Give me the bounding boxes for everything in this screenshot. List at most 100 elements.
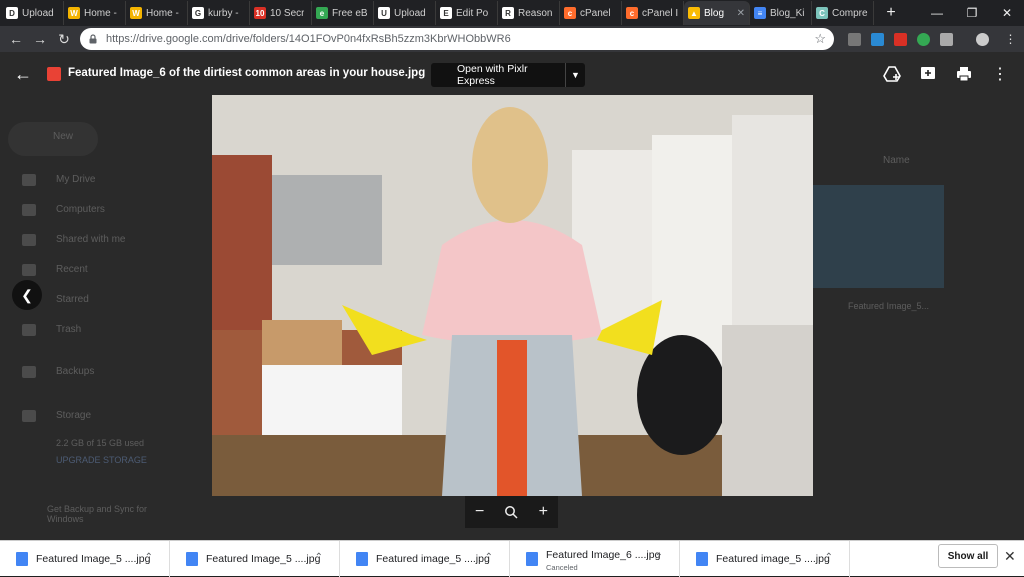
sidebar-item-recent: Recent [56, 264, 88, 275]
back-arrow-icon[interactable]: ← [4, 27, 28, 51]
favicon-icon: W [130, 7, 142, 19]
show-all-button[interactable]: Show all [938, 544, 998, 568]
tab-7[interactable]: E Edit Po [436, 1, 498, 25]
tab-3[interactable]: Gkurby - [188, 1, 250, 25]
chevron-up-icon[interactable]: ⌃ [655, 552, 663, 563]
sidebar-item-computers: Computers [56, 204, 105, 215]
download-name: Featured image_5 ....jpg [716, 552, 830, 565]
download-name: Featured image_5 ....jpg [376, 552, 490, 565]
sidebar-item-trash: Trash [56, 324, 82, 335]
chevron-up-icon[interactable]: ⌃ [315, 552, 323, 563]
storage-usage: 2.2 GB of 15 GB used [56, 438, 145, 448]
grammarly-icon[interactable] [917, 33, 930, 46]
tab-title: Edit Po [456, 7, 489, 19]
favicon-icon: E [440, 7, 452, 19]
tab-1[interactable]: W Home - [64, 1, 126, 25]
extension-icon[interactable] [871, 33, 884, 46]
avatar[interactable] [976, 33, 989, 46]
favicon-icon: R [502, 7, 514, 19]
tab-10[interactable]: c cPanel I [622, 1, 684, 25]
chevron-down-icon[interactable]: ▼ [565, 63, 585, 87]
zoom-out-button[interactable]: − [475, 503, 484, 521]
tab-5[interactable]: e Free eB [312, 1, 374, 25]
sidebar-item-starred: Starred [56, 294, 89, 305]
file-preview-overlay: New My Drive Computers Shared with me Re… [0, 52, 1024, 540]
download-item[interactable]: Featured image_5 ....jpg ⌃ [680, 540, 850, 577]
tab-2[interactable]: W Home - [126, 1, 188, 25]
favicon-icon: e [316, 7, 328, 19]
sidebar-item-shared: Shared with me [56, 234, 126, 245]
tab-12[interactable]: ≡ Blog_Ki [750, 1, 812, 25]
extension-icon[interactable] [894, 33, 907, 46]
background-file-label: Featured Image_5... [848, 301, 930, 311]
tab-title: Compre [832, 7, 868, 19]
download-item[interactable]: Featured image_5 ....jpg ⌃ [340, 540, 510, 577]
close-icon[interactable]: ✕ [1004, 548, 1016, 565]
chevron-up-icon[interactable]: ⌃ [485, 552, 493, 563]
favicon-icon: c [626, 7, 638, 19]
favicon-icon: W [68, 7, 80, 19]
tab-13[interactable]: C Compre [812, 1, 874, 25]
tab-title: kurby - [208, 7, 239, 19]
bookmark-star-icon[interactable]: ☆ [814, 31, 826, 47]
viewer-header: ← Featured Image_6 of the dirtiest commo… [0, 52, 1024, 96]
tab-8[interactable]: R Reason [498, 1, 560, 25]
forward-arrow-icon[interactable]: → [28, 27, 52, 51]
print-icon[interactable] [954, 64, 974, 84]
document-icon [696, 551, 708, 566]
chevron-up-icon[interactable]: ⌃ [145, 552, 153, 563]
zoom-icon[interactable] [504, 505, 519, 519]
document-icon [526, 551, 538, 566]
close-window-button[interactable]: ✕ [990, 0, 1024, 26]
close-tab-icon[interactable]: ✕ [737, 8, 745, 19]
download-item[interactable]: Featured Image_6 ....jpg Canceled ⌃ [510, 540, 680, 577]
tab-title: Blog [704, 7, 725, 19]
extension-icon[interactable] [848, 33, 861, 46]
favicon-icon: ≡ [754, 7, 766, 19]
tab-6[interactable]: U Upload [374, 1, 436, 25]
add-comment-icon[interactable] [918, 64, 938, 84]
document-icon [186, 551, 198, 566]
more-options-icon[interactable]: ⋮ [990, 64, 1010, 84]
document-icon [356, 551, 368, 566]
favicon-icon: c [564, 7, 576, 19]
add-to-drive-icon[interactable] [882, 64, 902, 84]
new-tab-button[interactable]: + [880, 2, 902, 24]
tab-title: Home - [146, 7, 179, 19]
backup-sync-promo: Get Backup and Sync for Windows [47, 504, 148, 524]
download-name: Featured Image_5 ....jpg [36, 552, 151, 565]
download-item[interactable]: Featured Image_5 ....jpg ⌃ [0, 540, 170, 577]
name-column-header: Name [883, 155, 910, 166]
address-bar[interactable]: https://drive.google.com/drive/folders/1… [80, 28, 834, 50]
chevron-up-icon[interactable]: ⌃ [825, 552, 833, 563]
menu-kebab-icon[interactable]: ⋮ [1004, 33, 1017, 46]
tab-0[interactable]: D Upload [2, 1, 64, 25]
file-name: Featured Image_6 of the dirtiest common … [68, 67, 426, 79]
back-arrow-icon[interactable]: ← [14, 64, 34, 84]
restore-button[interactable]: ❐ [955, 0, 989, 26]
tab-title: Reason [518, 7, 553, 19]
tab-11[interactable]: ▲ Blog ✕ [684, 1, 750, 25]
new-button: New [53, 131, 74, 142]
favicon-icon: C [816, 7, 828, 19]
camera-icon[interactable] [940, 33, 953, 46]
tab-title: Free eB [332, 7, 368, 19]
tab-title: Blog_Ki [770, 7, 805, 19]
open-with-button[interactable]: Open with Pixlr Express ▼ [431, 63, 585, 87]
sidebar-item-storage: Storage [56, 410, 92, 421]
tab-title: cPanel [580, 7, 611, 19]
tab-9[interactable]: c cPanel [560, 1, 622, 25]
download-item[interactable]: Featured Image_5 ....jpg ⌃ [170, 540, 340, 577]
open-with-label: Open with Pixlr Express [457, 63, 528, 87]
previous-file-button[interactable]: ❮ [12, 280, 42, 310]
minimize-button[interactable]: — [920, 0, 954, 26]
tab-title: Home - [84, 7, 117, 19]
image-file-icon [47, 67, 61, 81]
reload-icon[interactable]: ↻ [52, 27, 76, 51]
zoom-in-button[interactable]: + [539, 503, 548, 521]
download-bar: Featured Image_5 ....jpg ⌃ Featured Image_… [0, 540, 1024, 577]
tab-4[interactable]: 10 10 Secr [250, 1, 312, 25]
favicon-icon: G [192, 7, 204, 19]
zoom-controls: − + [465, 496, 558, 528]
preview-image [212, 95, 813, 496]
